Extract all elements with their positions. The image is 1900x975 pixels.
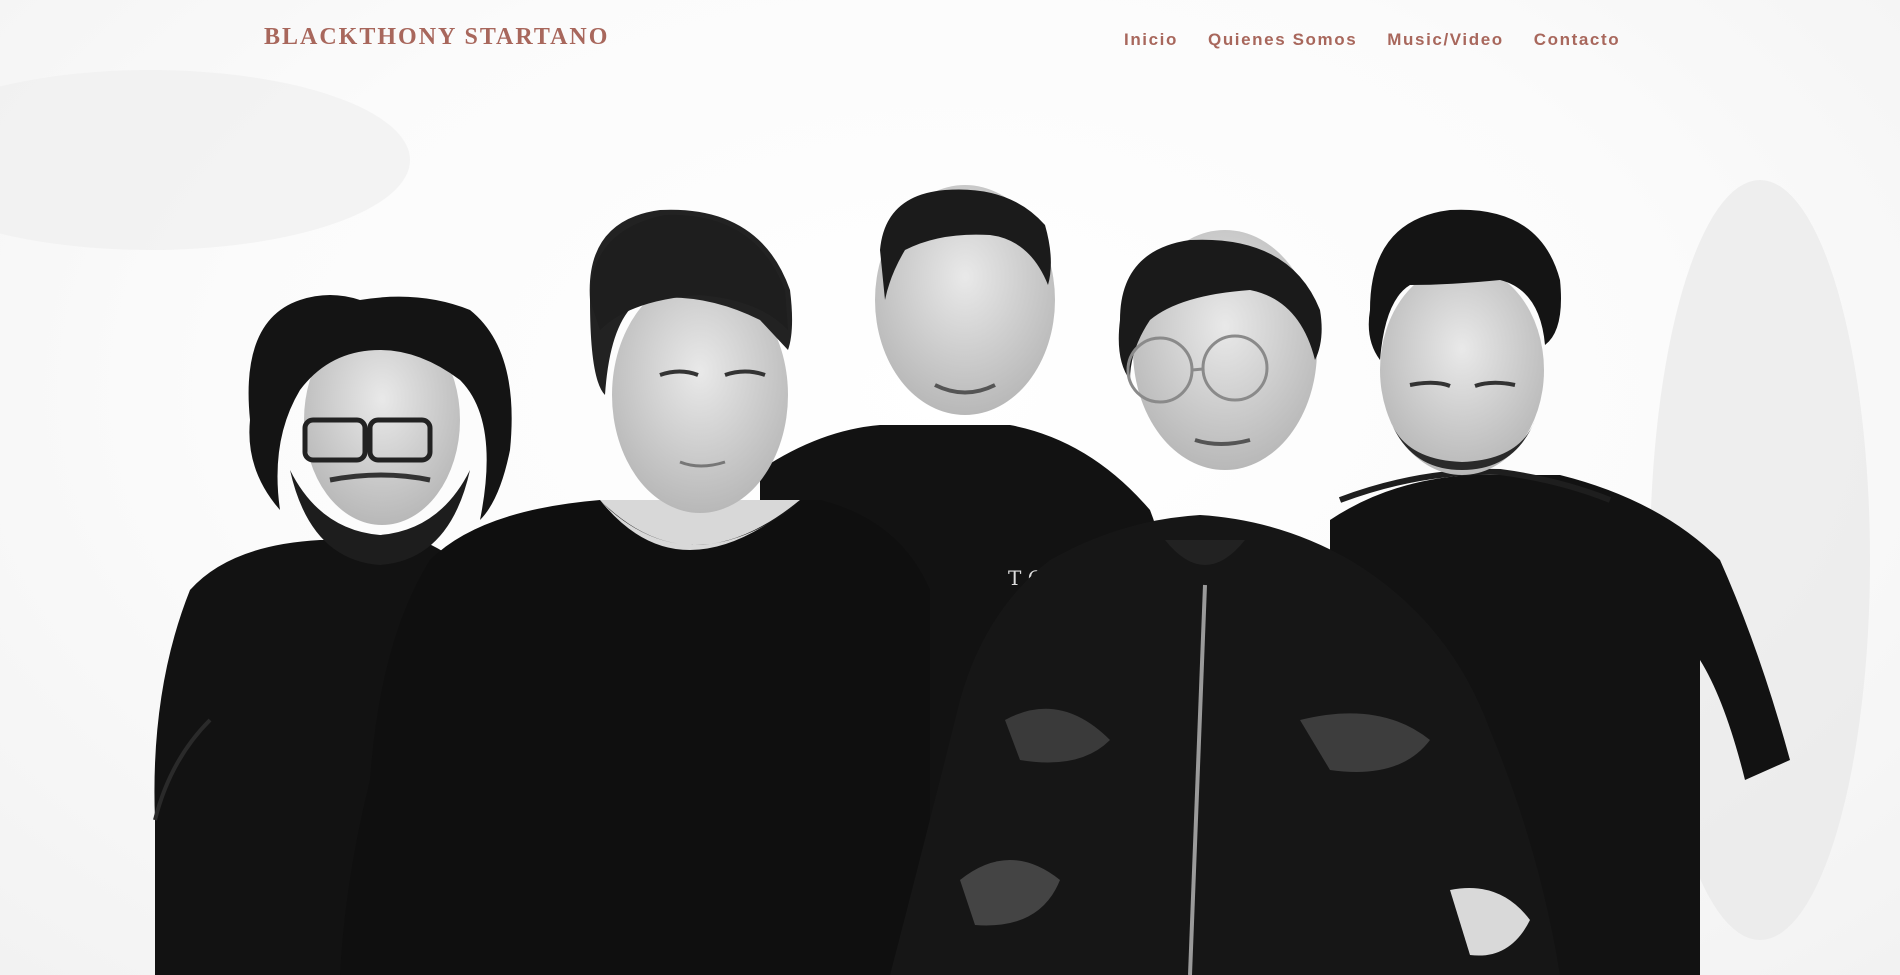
main-nav: Inicio Quienes Somos Music/Video Contact… (1124, 30, 1620, 50)
brand-logo-link[interactable]: BLACKTHONY STARTANO (264, 24, 609, 51)
site-header: BLACKTHONY STARTANO Inicio Quienes Somos… (0, 0, 1900, 80)
band-photo: T O. (0, 0, 1900, 975)
band-photo-illustration: T O. (0, 70, 1870, 975)
nav-item-music-video[interactable]: Music/Video (1387, 30, 1503, 50)
page: T O. BLACKTHONY STARTANO Inicio Quienes … (0, 0, 1900, 975)
nav-item-inicio[interactable]: Inicio (1124, 30, 1178, 50)
nav-item-quienes-somos[interactable]: Quienes Somos (1208, 30, 1357, 50)
nav-item-contacto[interactable]: Contacto (1534, 30, 1620, 50)
